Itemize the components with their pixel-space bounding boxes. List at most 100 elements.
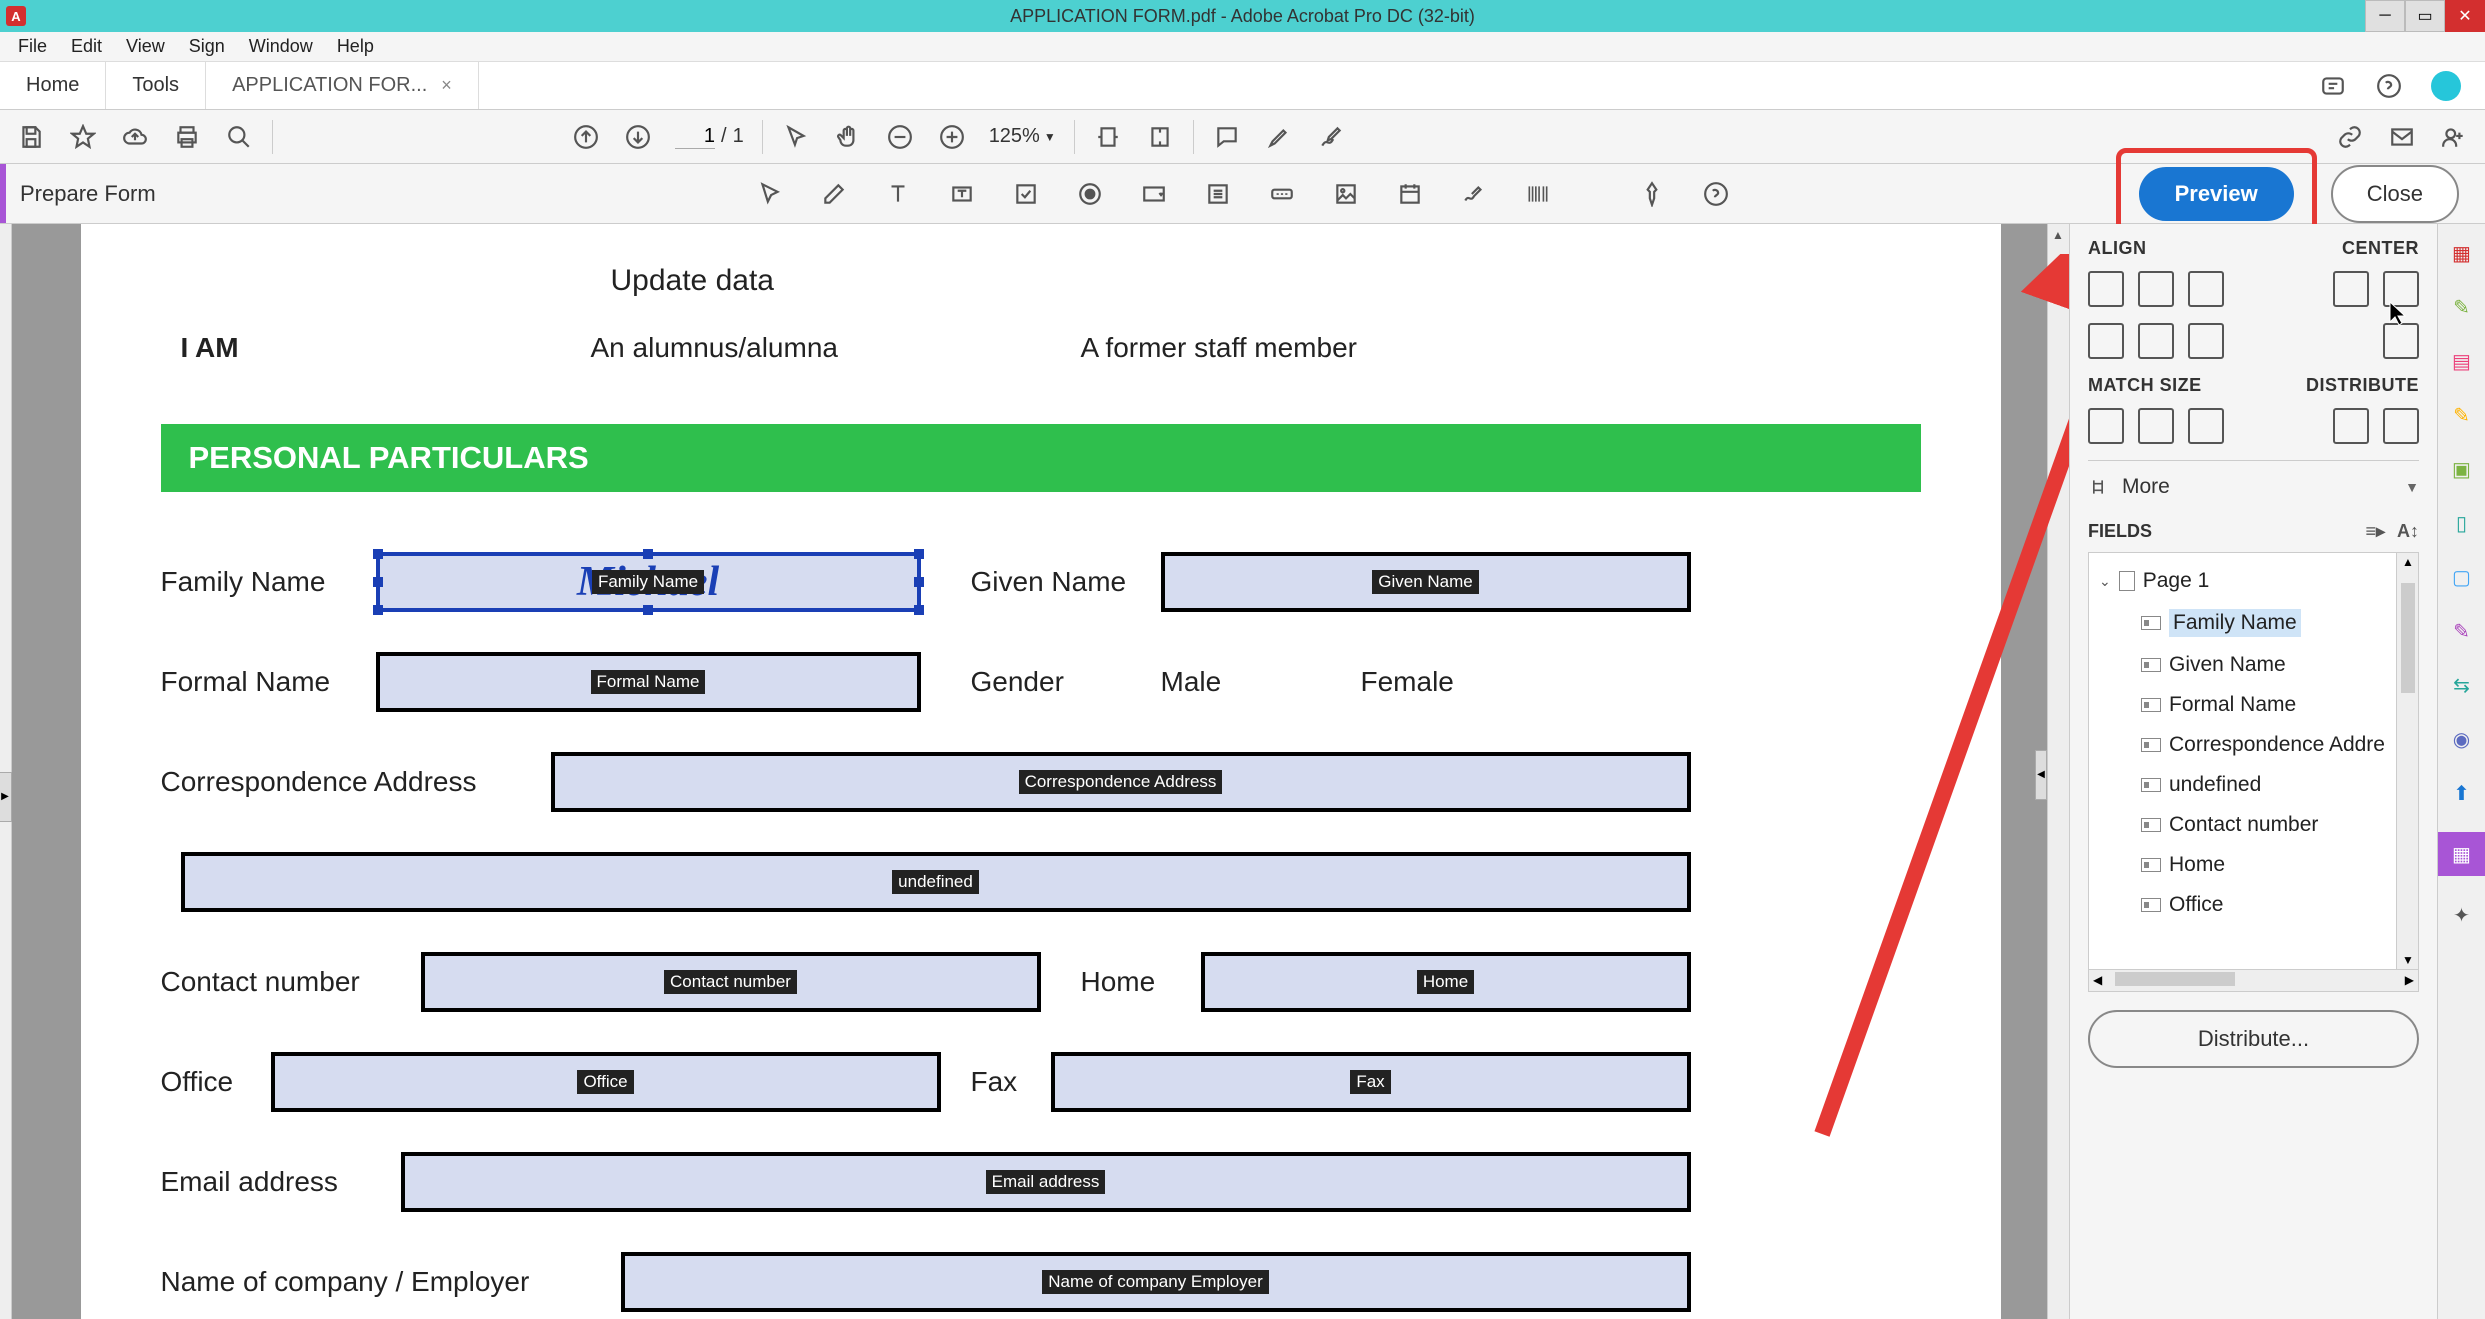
listbox-icon[interactable]: [1201, 177, 1235, 211]
radio-icon[interactable]: [1073, 177, 1107, 211]
print-icon[interactable]: [172, 122, 202, 152]
align-bottom-icon[interactable]: [2188, 323, 2224, 359]
fields-scrollbar-h[interactable]: ◀▶: [2089, 969, 2418, 991]
highlight-icon[interactable]: [1264, 122, 1294, 152]
tree-field-home[interactable]: Home: [2093, 845, 2414, 885]
doc-panel-collapse[interactable]: ◀: [2035, 750, 2047, 800]
center-h-icon[interactable]: [2333, 271, 2369, 307]
tree-field-office[interactable]: Office: [2093, 885, 2414, 925]
checkbox-icon[interactable]: [1009, 177, 1043, 211]
doc-scrollbar[interactable]: ▲: [2047, 224, 2069, 1319]
star-icon[interactable]: [68, 122, 98, 152]
tool-comment-icon[interactable]: ✎: [2447, 400, 2477, 430]
tool-redact-icon[interactable]: ◉: [2447, 724, 2477, 754]
preview-button[interactable]: Preview: [2139, 167, 2294, 221]
close-window-button[interactable]: ✕: [2445, 0, 2485, 32]
signature-icon[interactable]: [1457, 177, 1491, 211]
maximize-button[interactable]: ▭: [2405, 0, 2445, 32]
field-corr-address[interactable]: Correspondence Address: [551, 752, 1691, 812]
tree-field-family-name[interactable]: Family Name: [2093, 601, 2414, 645]
tree-field-given-name[interactable]: Given Name: [2093, 645, 2414, 685]
align-left-icon[interactable]: [2088, 271, 2124, 307]
help-tool-icon[interactable]: [1699, 177, 1733, 211]
more-menu[interactable]: More ▼: [2088, 475, 2419, 499]
menu-help[interactable]: Help: [325, 36, 386, 57]
field-given-name[interactable]: Given Name: [1161, 552, 1691, 612]
tool-prepare-form-icon[interactable]: ▦: [2438, 832, 2485, 876]
edit-tool-icon[interactable]: [817, 177, 851, 211]
tool-fill-sign-icon[interactable]: ✎: [2447, 616, 2477, 646]
tool-send-icon[interactable]: ⬆: [2447, 778, 2477, 808]
field-contact[interactable]: Contact number: [421, 952, 1041, 1012]
tool-organize-icon[interactable]: ▣: [2447, 454, 2477, 484]
tree-field-undefined[interactable]: undefined: [2093, 765, 2414, 805]
text-field-icon[interactable]: [881, 177, 915, 211]
minimize-button[interactable]: ─: [2365, 0, 2405, 32]
pin-icon[interactable]: [1635, 177, 1669, 211]
match-height-icon[interactable]: [2138, 408, 2174, 444]
field-company[interactable]: Name of company Employer: [621, 1252, 1691, 1312]
menu-file[interactable]: File: [6, 36, 59, 57]
select-tool-icon[interactable]: [753, 177, 787, 211]
tab-document[interactable]: APPLICATION FOR... ×: [206, 62, 479, 109]
tab-home[interactable]: Home: [0, 62, 106, 109]
tool-edit-pdf-icon[interactable]: ✎: [2447, 292, 2477, 322]
image-field-icon[interactable]: [1329, 177, 1363, 211]
help-icon[interactable]: [2375, 72, 2403, 100]
menu-view[interactable]: View: [114, 36, 177, 57]
dropdown-icon[interactable]: [1137, 177, 1171, 211]
menu-window[interactable]: Window: [237, 36, 325, 57]
text-box-icon[interactable]: [945, 177, 979, 211]
page-down-icon[interactable]: [623, 122, 653, 152]
zoom-level[interactable]: 125% ▼: [989, 125, 1056, 148]
cloud-upload-icon[interactable]: [120, 122, 150, 152]
page-up-icon[interactable]: [571, 122, 601, 152]
close-button[interactable]: Close: [2331, 165, 2459, 223]
align-right-icon[interactable]: [2188, 271, 2224, 307]
tool-scan-icon[interactable]: ▯: [2447, 508, 2477, 538]
align-middle-icon[interactable]: [2138, 323, 2174, 359]
avatar[interactable]: [2431, 71, 2461, 101]
tool-export-pdf-icon[interactable]: ▤: [2447, 346, 2477, 376]
search-icon[interactable]: [224, 122, 254, 152]
tool-more-icon[interactable]: ✦: [2447, 900, 2477, 930]
match-both-icon[interactable]: [2188, 408, 2224, 444]
tree-page-1[interactable]: ⌄ Page 1: [2093, 561, 2414, 601]
align-center-h-icon[interactable]: [2138, 271, 2174, 307]
tree-field-contact[interactable]: Contact number: [2093, 805, 2414, 845]
tab-order-icon[interactable]: A↕: [2397, 521, 2419, 542]
field-office[interactable]: Office: [271, 1052, 941, 1112]
zoom-out-icon[interactable]: [885, 122, 915, 152]
expand-left-panel[interactable]: ▶: [0, 772, 12, 822]
tool-compress-icon[interactable]: ⇆: [2447, 670, 2477, 700]
notification-icon[interactable]: [2319, 72, 2347, 100]
fields-scrollbar-v[interactable]: ▲▼: [2396, 553, 2418, 969]
pointer-icon[interactable]: [781, 122, 811, 152]
menu-sign[interactable]: Sign: [177, 36, 237, 57]
document-area[interactable]: Update data I AM An alumnus/alumna A for…: [12, 224, 2069, 1319]
tool-protect-icon[interactable]: ▢: [2447, 562, 2477, 592]
menu-edit[interactable]: Edit: [59, 36, 114, 57]
tab-tools[interactable]: Tools: [106, 62, 206, 109]
save-icon[interactable]: [16, 122, 46, 152]
button-icon[interactable]: [1265, 177, 1299, 211]
tool-create-pdf-icon[interactable]: ▦: [2447, 238, 2477, 268]
match-width-icon[interactable]: [2088, 408, 2124, 444]
page-current-input[interactable]: [675, 125, 715, 149]
barcode-icon[interactable]: [1521, 177, 1555, 211]
sign-icon[interactable]: [1316, 122, 1346, 152]
tree-field-formal-name[interactable]: Formal Name: [2093, 685, 2414, 725]
hand-icon[interactable]: [833, 122, 863, 152]
distribute-h-icon[interactable]: [2333, 408, 2369, 444]
fit-width-icon[interactable]: [1093, 122, 1123, 152]
field-fax[interactable]: Fax: [1051, 1052, 1691, 1112]
field-formal-name[interactable]: Formal Name: [376, 652, 921, 712]
field-undefined[interactable]: undefined: [181, 852, 1691, 912]
sort-icon[interactable]: ≡▸: [2365, 521, 2385, 542]
distribute-button[interactable]: Distribute...: [2088, 1010, 2419, 1068]
field-email[interactable]: Email address: [401, 1152, 1691, 1212]
field-home[interactable]: Home: [1201, 952, 1691, 1012]
tree-field-corr-addr[interactable]: Correspondence Addre: [2093, 725, 2414, 765]
field-family-name[interactable]: Michael Family Name: [376, 552, 921, 612]
center-both-icon[interactable]: [2383, 323, 2419, 359]
